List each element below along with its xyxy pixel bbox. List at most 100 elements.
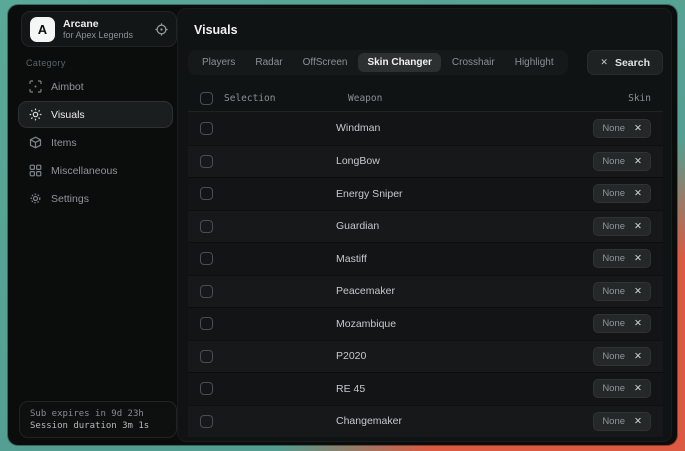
skin-select[interactable]: None ✕: [593, 314, 651, 333]
skin-select[interactable]: None ✕: [593, 119, 651, 138]
weapon-name: LongBow: [336, 155, 380, 167]
skin-value: None: [602, 318, 625, 329]
brand-subtitle: for Apex Legends: [63, 30, 147, 40]
search-icon: ✕: [600, 57, 608, 68]
skin-select[interactable]: None ✕: [593, 379, 651, 398]
tab-players[interactable]: Players: [193, 53, 244, 72]
table-row[interactable]: Guardian None ✕: [188, 210, 663, 243]
skin-value: None: [602, 188, 625, 199]
sidebar-item-label: Settings: [51, 193, 89, 205]
table-row[interactable]: Mozambique None ✕: [188, 307, 663, 340]
skin-table: Selection Weapon Skin Windman None ✕ Lon…: [188, 85, 663, 435]
clear-skin-icon[interactable]: ✕: [634, 286, 642, 297]
table-row[interactable]: Energy Sniper None ✕: [188, 177, 663, 210]
tab-crosshair[interactable]: Crosshair: [443, 53, 504, 72]
skin-select[interactable]: None ✕: [593, 282, 651, 301]
sidebar-item-aimbot[interactable]: Aimbot: [18, 73, 173, 100]
row-checkbox[interactable]: [200, 285, 213, 298]
tab-skin-changer[interactable]: Skin Changer: [358, 53, 440, 72]
sidebar-item-settings[interactable]: Settings: [18, 185, 173, 212]
search-button-label: Search: [615, 57, 650, 69]
row-checkbox[interactable]: [200, 155, 213, 168]
app-window: A Arcane for Apex Legends Category: [8, 5, 677, 445]
row-checkbox[interactable]: [200, 122, 213, 135]
sidebar-item-label: Aimbot: [51, 81, 84, 93]
category-label: Category: [26, 58, 66, 68]
sub-expiry-text: Sub expires in 9d 23h: [30, 409, 166, 419]
weapon-name: P2020: [336, 350, 366, 362]
target-icon[interactable]: [155, 23, 168, 36]
tab-radar[interactable]: Radar: [246, 53, 291, 72]
skin-select[interactable]: None ✕: [593, 249, 651, 268]
skin-value: None: [602, 383, 625, 394]
tab-offscreen[interactable]: OffScreen: [294, 53, 357, 72]
weapon-name: Windman: [336, 122, 380, 134]
row-checkbox[interactable]: [200, 252, 213, 265]
weapon-name: RE 45: [336, 383, 365, 395]
gear-icon: [29, 192, 42, 205]
clear-skin-icon[interactable]: ✕: [634, 416, 642, 427]
skin-select[interactable]: None ✕: [593, 217, 651, 236]
table-row[interactable]: Windman None ✕: [188, 112, 663, 145]
clear-skin-icon[interactable]: ✕: [634, 123, 642, 134]
session-duration-text: Session duration 3m 1s: [30, 421, 166, 431]
skin-select[interactable]: None ✕: [593, 184, 651, 203]
row-checkbox[interactable]: [200, 415, 213, 428]
clear-skin-icon[interactable]: ✕: [634, 318, 642, 329]
skin-value: None: [602, 123, 625, 134]
weapon-name: Energy Sniper: [336, 188, 403, 200]
skin-select[interactable]: None ✕: [593, 152, 651, 171]
sidebar-item-miscellaneous[interactable]: Miscellaneous: [18, 157, 173, 184]
row-checkbox[interactable]: [200, 317, 213, 330]
subscription-status-card: Sub expires in 9d 23h Session duration 3…: [19, 401, 177, 438]
clear-skin-icon[interactable]: ✕: [634, 221, 642, 232]
table-row[interactable]: P2020 None ✕: [188, 340, 663, 373]
skin-select[interactable]: None ✕: [593, 412, 651, 431]
sidebar-item-label: Items: [51, 137, 77, 149]
tab-highlight[interactable]: Highlight: [506, 53, 563, 72]
skin-value: None: [602, 351, 625, 362]
page-title: Visuals: [194, 23, 238, 37]
sidebar-nav: Aimbot Visuals: [18, 73, 173, 213]
clear-skin-icon[interactable]: ✕: [634, 383, 642, 394]
skin-value: None: [602, 156, 625, 167]
sidebar-item-items[interactable]: Items: [18, 129, 173, 156]
sidebar-item-visuals[interactable]: Visuals: [18, 101, 173, 128]
clear-skin-icon[interactable]: ✕: [634, 253, 642, 264]
brand-name: Arcane: [63, 18, 147, 30]
row-checkbox[interactable]: [200, 382, 213, 395]
weapon-name: Peacemaker: [336, 285, 395, 297]
table-row[interactable]: LongBow None ✕: [188, 145, 663, 178]
skin-value: None: [602, 286, 625, 297]
skin-value: None: [602, 416, 625, 427]
skin-value: None: [602, 221, 625, 232]
tab-bar: Players Radar OffScreen Skin Changer Cro…: [188, 50, 568, 75]
weapon-name: Mastiff: [336, 253, 367, 265]
brand-card: A Arcane for Apex Legends: [21, 11, 177, 47]
weapon-name: Mozambique: [336, 318, 396, 330]
brand-logo: A: [30, 17, 55, 42]
clear-skin-icon[interactable]: ✕: [634, 188, 642, 199]
main-panel: Visuals Players Radar OffScreen Skin Cha…: [177, 8, 672, 442]
sidebar-item-label: Miscellaneous: [51, 165, 118, 177]
cube-icon: [29, 136, 42, 149]
weapon-name: Guardian: [336, 220, 379, 232]
table-row[interactable]: RE 45 None ✕: [188, 372, 663, 405]
row-checkbox[interactable]: [200, 187, 213, 200]
clear-skin-icon[interactable]: ✕: [634, 156, 642, 167]
select-all-checkbox[interactable]: [200, 92, 213, 105]
header-selection: Selection: [224, 93, 275, 104]
clear-skin-icon[interactable]: ✕: [634, 351, 642, 362]
aperture-icon: [29, 108, 42, 121]
table-row[interactable]: Mastiff None ✕: [188, 242, 663, 275]
weapon-name: Changemaker: [336, 415, 402, 427]
table-row[interactable]: Changemaker None ✕: [188, 405, 663, 438]
header-skin: Skin: [628, 93, 651, 104]
row-checkbox[interactable]: [200, 220, 213, 233]
header-weapon: Weapon: [348, 93, 382, 104]
search-button[interactable]: ✕ Search: [587, 50, 663, 75]
skin-value: None: [602, 253, 625, 264]
skin-select[interactable]: None ✕: [593, 347, 651, 366]
table-row[interactable]: Peacemaker None ✕: [188, 275, 663, 308]
row-checkbox[interactable]: [200, 350, 213, 363]
